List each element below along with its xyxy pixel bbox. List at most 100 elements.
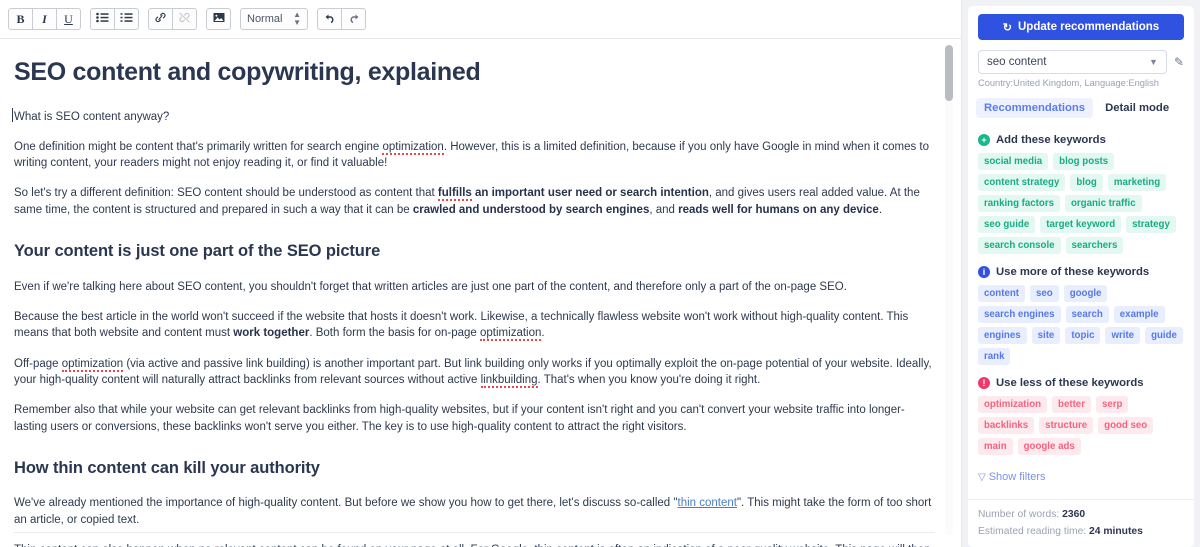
text-run: . — [541, 327, 545, 340]
tab-recommendations[interactable]: Recommendations — [976, 98, 1094, 118]
keyword-select[interactable]: seo content ▼ — [978, 50, 1167, 74]
paragraph-intro-text: What is SEO content anyway? — [14, 110, 170, 123]
unlink-button[interactable] — [172, 8, 197, 30]
keyword-tag[interactable]: search console — [978, 237, 1061, 254]
sidebar-card: ↻ Update recommendations seo content ▼ ✎… — [968, 6, 1194, 547]
keyword-tag[interactable]: blog posts — [1053, 153, 1115, 170]
tag-list-add: social media blog posts content strategy… — [978, 153, 1184, 254]
section-use-less-keywords: ! Use less of these keywords optimizatio… — [978, 377, 1184, 455]
tab-detail-mode[interactable]: Detail mode — [1097, 98, 1177, 118]
text-run: , and — [649, 203, 679, 216]
document-content[interactable]: SEO content and copywriting, explained W… — [12, 55, 935, 547]
toolbar-group-image — [206, 8, 231, 30]
underline-icon: U — [64, 11, 73, 26]
undo-icon — [324, 12, 336, 26]
section-use-less-title: Use less of these keywords — [996, 377, 1144, 389]
sidebar-sections: + Add these keywords social media blog p… — [968, 118, 1194, 499]
toolbar-group-history — [317, 8, 366, 30]
thin-content-link[interactable]: thin content — [678, 497, 737, 509]
keyword-tag[interactable]: seo — [1029, 285, 1059, 302]
keyword-tag[interactable]: rank — [978, 348, 1011, 365]
toolbar-group-text: B I U — [8, 8, 81, 30]
keyword-tag[interactable]: example — [1113, 306, 1165, 323]
keyword-tag[interactable]: seo guide — [978, 216, 1036, 233]
keyword-tag[interactable]: content — [978, 285, 1025, 302]
paragraph-thin-google: Thin content can also happen when no rel… — [14, 542, 935, 547]
keyword-tag[interactable]: site — [1031, 327, 1061, 344]
keyword-tag[interactable]: searchers — [1065, 237, 1124, 254]
chevron-down-icon: ▼ — [1149, 57, 1158, 67]
keyword-tag[interactable]: strategy — [1126, 216, 1176, 233]
edit-pencil-icon[interactable]: ✎ — [1174, 55, 1184, 69]
document-scroll-area[interactable]: SEO content and copywriting, explained W… — [0, 39, 961, 547]
keyword-tag[interactable]: search — [1065, 306, 1109, 323]
bullet-list-icon — [96, 12, 109, 26]
spellcheck-word: fulfills — [437, 187, 472, 202]
keyword-tag[interactable]: serp — [1095, 396, 1129, 413]
keyword-tag[interactable]: social media — [978, 153, 1049, 170]
bold-button[interactable]: B — [8, 8, 33, 30]
app-root: B I U Normal ▲ ▼ SEO content and copywri… — [0, 0, 1200, 547]
keyword-tag[interactable]: better — [1052, 396, 1091, 413]
bold-run: work together — [233, 327, 310, 340]
update-recommendations-label: Update recommendations — [1017, 21, 1160, 33]
link-icon — [154, 12, 167, 26]
keyword-tag[interactable]: organic traffic — [1064, 195, 1142, 212]
keyword-tag[interactable]: target keyword — [1040, 216, 1122, 233]
word-count-row: Number of words: 2360 — [978, 509, 1184, 520]
undo-button[interactable] — [317, 8, 342, 30]
numbered-list-button[interactable] — [114, 8, 139, 30]
show-filters-link[interactable]: ▽ Show filters — [978, 471, 1184, 483]
document-scrollbar-thumb[interactable] — [945, 45, 953, 101]
italic-button[interactable]: I — [32, 8, 57, 30]
keyword-tag[interactable]: write — [1105, 327, 1141, 344]
section-add-keywords-header: + Add these keywords — [978, 134, 1184, 146]
paragraph-backlinks: Remember also that while your website ca… — [14, 404, 905, 433]
keyword-tag[interactable]: guide — [1145, 327, 1183, 344]
text-run: . That's when you know you're doing it r… — [537, 373, 761, 386]
image-icon — [213, 12, 225, 26]
redo-icon — [348, 12, 360, 26]
sidebar-footer: Number of words: 2360 Estimated reading … — [968, 499, 1194, 547]
keyword-tag[interactable]: marketing — [1107, 174, 1167, 191]
paragraph-definition-2: So let's try a different definition: SEO… — [14, 185, 935, 218]
keyword-tag[interactable]: ranking factors — [978, 195, 1060, 212]
keyword-tag[interactable]: google — [1063, 285, 1108, 302]
section-add-keywords: + Add these keywords social media blog p… — [978, 134, 1184, 254]
link-button[interactable] — [148, 8, 173, 30]
keyword-tag[interactable]: good seo — [1098, 417, 1154, 434]
keyword-row: seo content ▼ ✎ — [978, 50, 1184, 74]
spellcheck-word: optimization — [480, 327, 542, 342]
update-recommendations-button[interactable]: ↻ Update recommendations — [978, 14, 1184, 40]
document-scrollbar[interactable] — [945, 45, 953, 535]
spellcheck-word: optimization — [382, 140, 444, 155]
paragraph-style-select[interactable]: Normal ▲ ▼ — [240, 8, 308, 30]
keyword-tag[interactable]: search engines — [978, 306, 1061, 323]
keyword-tag[interactable]: blog — [1070, 174, 1103, 191]
keyword-tag[interactable]: google ads — [1017, 438, 1081, 455]
keyword-tag[interactable]: main — [978, 438, 1013, 455]
paragraph-onpage: Even if we're talking here about SEO con… — [14, 280, 847, 293]
spellcheck-word: optimization — [61, 357, 124, 372]
underline-button[interactable]: U — [56, 8, 81, 30]
keyword-tag[interactable]: backlinks — [978, 417, 1035, 434]
editor-toolbar: B I U Normal ▲ ▼ — [0, 0, 961, 39]
bold-run: an important user need or search intenti… — [471, 187, 709, 200]
section-use-less-header: ! Use less of these keywords — [978, 377, 1184, 389]
bullet-list-button[interactable] — [90, 8, 115, 30]
show-filters-label: Show filters — [988, 471, 1046, 483]
numbered-list-icon — [120, 12, 133, 26]
text-run: . — [878, 203, 883, 216]
keyword-tag[interactable]: structure — [1039, 417, 1094, 434]
keyword-tag[interactable]: engines — [978, 327, 1027, 344]
sidebar-tabs: Recommendations Detail mode — [976, 98, 1186, 118]
keyword-tag[interactable]: topic — [1065, 327, 1101, 344]
insert-image-button[interactable] — [206, 8, 231, 30]
text-run: . Both form the basis for on-page — [309, 327, 481, 340]
redo-button[interactable] — [341, 8, 366, 30]
keyword-tag[interactable]: content strategy — [978, 174, 1066, 191]
keyword-select-value: seo content — [987, 56, 1047, 68]
funnel-icon: ▽ — [978, 471, 986, 483]
keyword-tag[interactable]: optimization — [978, 396, 1048, 413]
paragraph-offpage: Off-page optimization (via active and pa… — [14, 356, 935, 389]
